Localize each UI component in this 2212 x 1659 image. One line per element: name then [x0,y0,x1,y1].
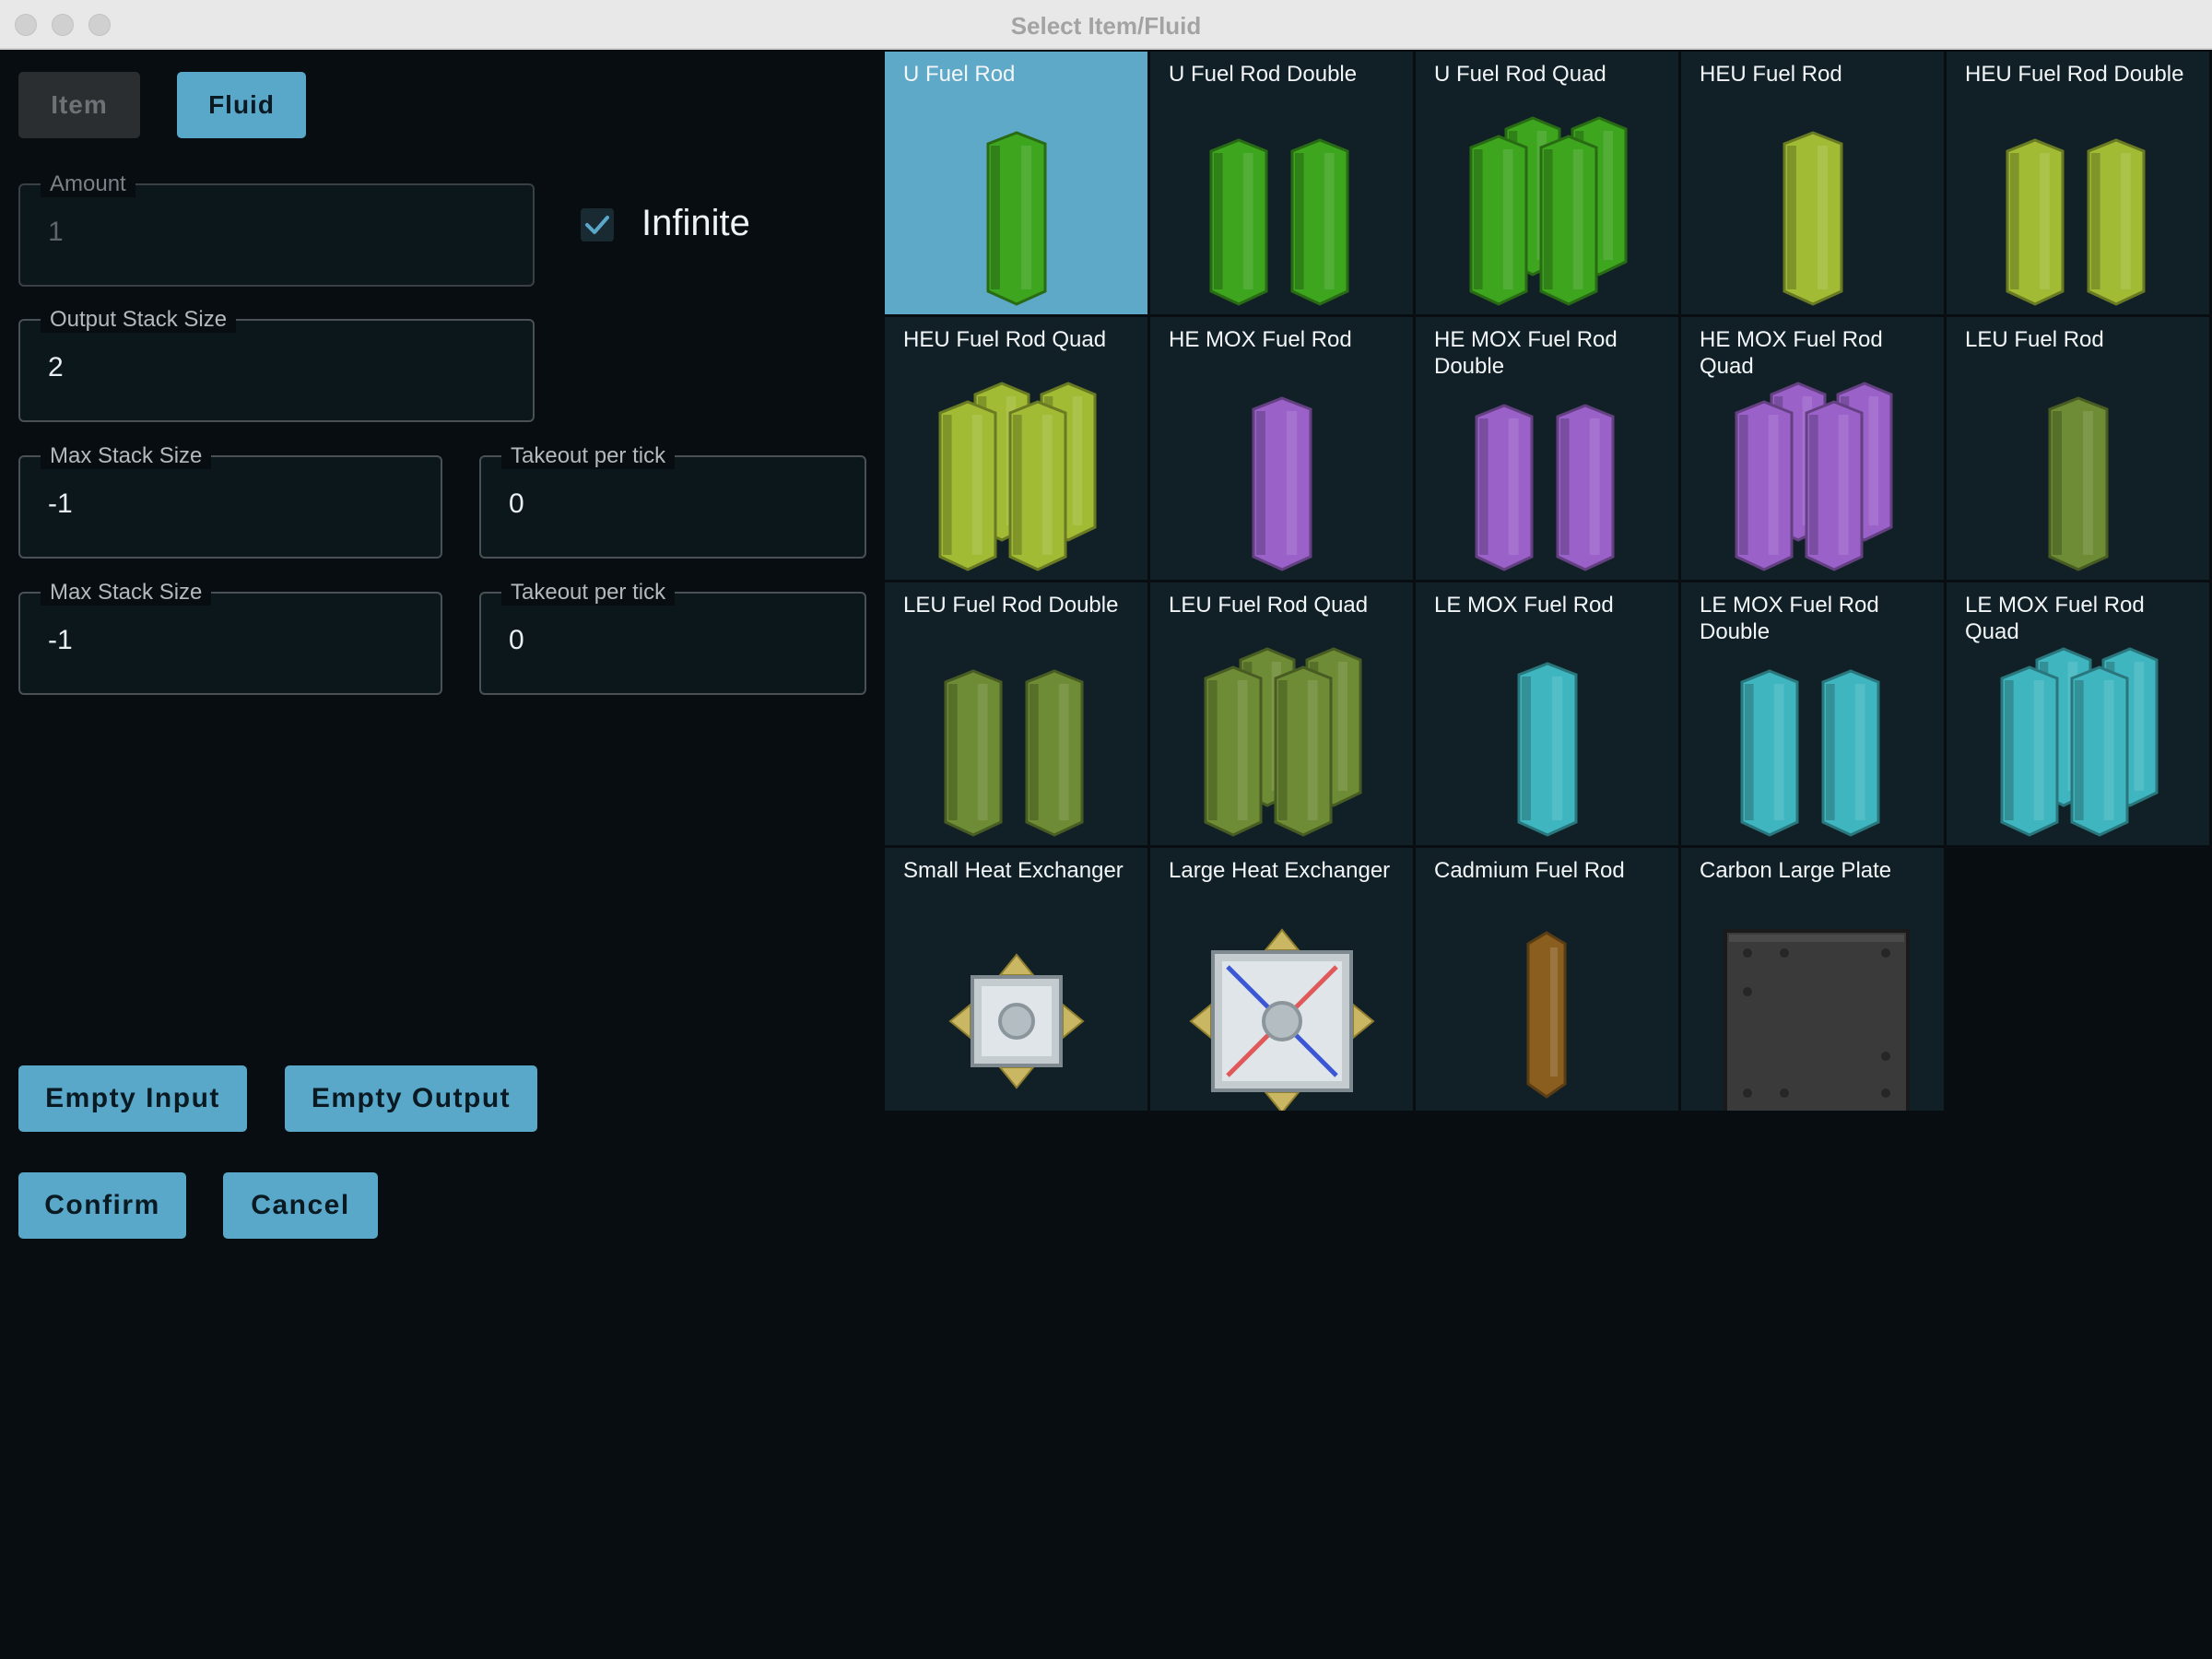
item-name: U Fuel Rod Double [1169,62,1358,87]
leu-fuel-rod-icon [2048,396,2109,571]
item-cell[interactable]: LEU Fuel Rod Quad [1150,582,1413,845]
output-stack-size-label: Output Stack Size [41,307,237,333]
output-stack-size-value: 2 [48,352,64,382]
le-mox-fuel-rod-icon [1517,662,1578,837]
amount-label: Amount [41,171,135,197]
he-mox-fuel-rod-double-icon [1475,404,1615,571]
output-stack-size-field[interactable]: Output Stack Size 2 [18,307,535,422]
max-stack-size-value: -1 [48,488,73,519]
max-stack-size-label: Max Stack Size [41,580,212,606]
infinite-checkbox[interactable] [581,208,614,241]
cadmium-fuel-rod-icon [1526,931,1567,1099]
takeout-per-tick-field-2[interactable]: Takeout per tick 0 [479,580,866,695]
tab-item[interactable]: Item [18,72,140,138]
item-cell[interactable]: HEU Fuel Rod Quad [885,317,1147,580]
heu-fuel-rod-icon [1783,131,1843,306]
item-name: Cadmium Fuel Rod [1434,858,1625,883]
item-cell[interactable]: U Fuel Rod Double [1150,52,1413,314]
takeout-per-tick-label: Takeout per tick [501,443,676,469]
item-cell[interactable]: Carbon Large Plate [1681,848,1944,1111]
dialog-body: Item Fluid Amount 1 Infinite Output Stac… [0,52,2212,1659]
item-cell[interactable]: HE MOX Fuel Rod Quad [1681,317,1944,580]
item-name: LEU Fuel Rod [1965,327,2104,352]
large-heat-exchanger-icon [1189,928,1375,1111]
takeout-per-tick-value: 0 [509,488,524,519]
max-stack-size-label: Max Stack Size [41,443,212,469]
amount-field[interactable]: Amount 1 [18,171,535,287]
item-cell[interactable]: Cadmium Fuel Rod [1416,848,1678,1111]
item-cell[interactable]: U Fuel Rod [885,52,1147,314]
item-name: HEU Fuel Rod Quad [903,327,1107,352]
u-fuel-rod-double-icon [1209,138,1349,306]
empty-input-button[interactable]: Empty Input [18,1065,247,1132]
heu-fuel-rod-double-icon [2006,138,2146,306]
title-bar: Select Item/Fluid [0,0,2212,50]
item-cell[interactable]: HEU Fuel Rod [1681,52,1944,314]
leu-fuel-rod-double-icon [944,669,1084,837]
max-stack-size-field[interactable]: Max Stack Size -1 [18,443,442,559]
item-name: HEU Fuel Rod [1700,62,1842,87]
item-name: HE MOX Fuel Rod [1169,327,1352,352]
item-cell[interactable]: HE MOX Fuel Rod Double [1416,317,1678,580]
item-cell[interactable]: LEU Fuel Rod Double [885,582,1147,845]
he-mox-fuel-rod-icon [1252,396,1312,571]
item-cell[interactable]: Large Heat Exchanger [1150,848,1413,1111]
le-mox-fuel-rod-double-icon [1740,669,1880,837]
max-stack-size-field-2[interactable]: Max Stack Size -1 [18,580,442,695]
item-cell[interactable]: LE MOX Fuel Rod [1416,582,1678,845]
takeout-per-tick-label: Takeout per tick [501,580,676,606]
u-fuel-rod-quad-icon [1469,116,1628,306]
he-mox-fuel-rod-quad-icon [1735,382,1893,571]
item-name: LE MOX Fuel Rod [1434,593,1614,618]
tab-fluid[interactable]: Fluid [177,72,306,138]
item-name: Small Heat Exchanger [903,858,1124,883]
item-name: Large Heat Exchanger [1169,858,1391,883]
empty-output-button[interactable]: Empty Output [285,1065,537,1132]
infinite-label: Infinite [641,203,750,243]
item-name: LEU Fuel Rod Quad [1169,593,1369,618]
small-heat-exchanger-icon [948,953,1085,1089]
u-fuel-rod-icon [986,131,1047,306]
confirm-button[interactable]: Confirm [18,1172,186,1239]
item-name: U Fuel Rod [903,62,1016,87]
takeout-per-tick-field[interactable]: Takeout per tick 0 [479,443,866,559]
le-mox-fuel-rod-quad-icon [2000,647,2159,837]
item-cell[interactable]: HEU Fuel Rod Double [1947,52,2209,314]
item-cell[interactable]: LE MOX Fuel Rod Quad [1947,582,2209,845]
carbon-large-plate-icon [1724,929,1910,1111]
cancel-button[interactable]: Cancel [223,1172,378,1239]
leu-fuel-rod-quad-icon [1204,647,1362,837]
item-cell[interactable]: U Fuel Rod Quad [1416,52,1678,314]
max-stack-size-value: -1 [48,625,73,655]
item-name: LEU Fuel Rod Double [903,593,1119,618]
item-name: Carbon Large Plate [1700,858,1892,883]
item-cell[interactable]: HE MOX Fuel Rod [1150,317,1413,580]
item-cell[interactable]: Small Heat Exchanger [885,848,1147,1111]
item-name: HEU Fuel Rod Double [1965,62,2184,87]
item-cell[interactable]: LE MOX Fuel Rod Double [1681,582,1944,845]
item-name: U Fuel Rod Quad [1434,62,1606,87]
amount-value: 1 [48,217,64,247]
window-title: Select Item/Fluid [1010,12,1202,40]
takeout-per-tick-value: 0 [509,625,524,655]
heu-fuel-rod-quad-icon [938,382,1097,571]
item-cell[interactable]: LEU Fuel Rod [1947,317,2209,580]
checkmark-icon [585,216,609,234]
